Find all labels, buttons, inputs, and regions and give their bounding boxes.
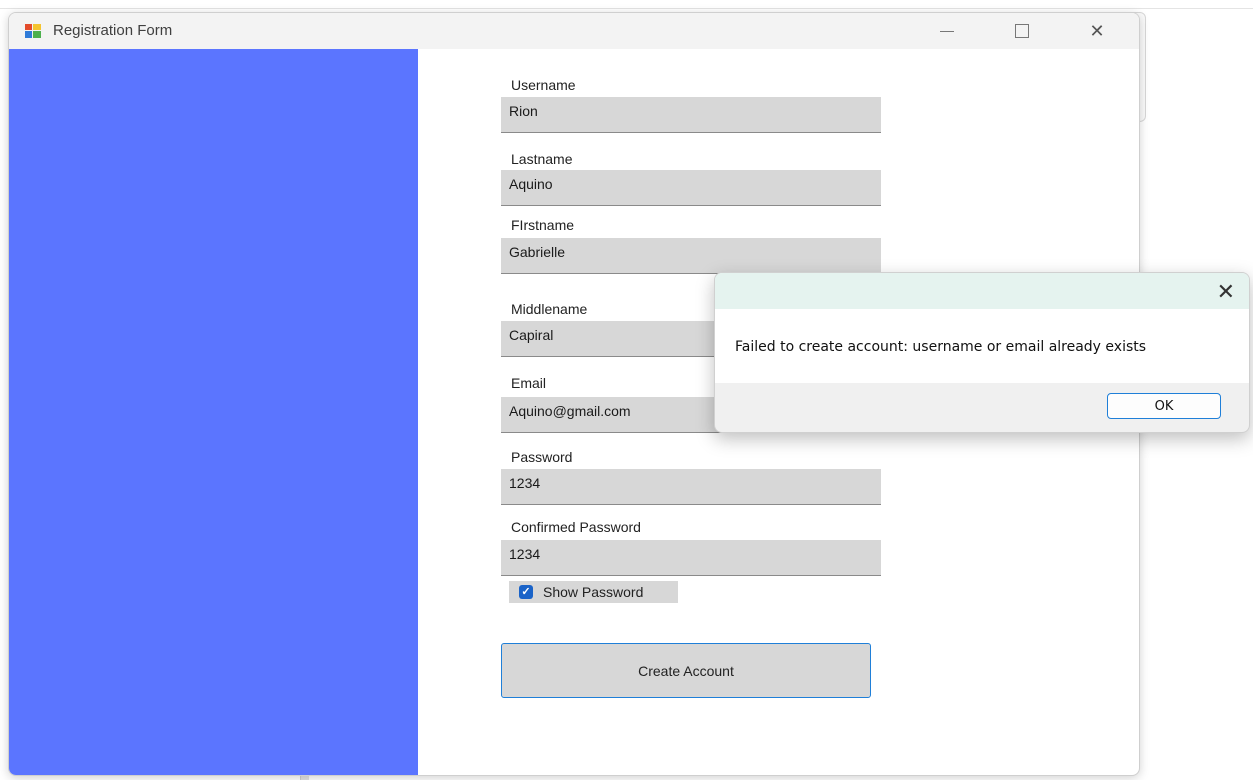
firstname-field[interactable]: Gabrielle [501,238,881,274]
minimize-icon [940,30,954,32]
password-value: 1234 [509,475,541,491]
password-label: Password [511,449,573,465]
show-password-label: Show Password [543,584,644,600]
email-value: Aquino@gmail.com [509,403,631,419]
sidebar-panel [9,49,418,775]
close-icon: ✕ [1089,20,1105,41]
lastname-label: Lastname [511,151,573,167]
app-icon [25,24,41,38]
password-field[interactable]: 1234 [501,469,881,505]
middlename-label: Middlename [511,301,588,317]
show-password-toggle[interactable]: ✓ Show Password [509,581,678,603]
confirm-password-field[interactable]: 1234 [501,540,881,576]
maximize-button[interactable] [999,13,1045,49]
close-button[interactable]: ✕ [1074,13,1120,49]
lastname-field[interactable]: Aquino [501,170,881,206]
username-field[interactable]: Rion [501,97,881,133]
dialog-body: Failed to create account: username or em… [715,309,1249,383]
username-value: Rion [509,103,538,119]
ok-button[interactable]: OK [1107,393,1221,419]
minimize-button[interactable] [924,13,970,49]
firstname-value: Gabrielle [509,244,566,260]
lastname-value: Aquino [509,176,553,192]
create-account-button[interactable]: Create Account [501,643,871,698]
confirm-password-value: 1234 [509,546,541,562]
username-label: Username [511,77,576,93]
error-dialog: ✕ Failed to create account: username or … [714,272,1250,433]
close-icon[interactable]: ✕ [1217,279,1235,305]
email-label: Email [511,375,547,391]
firstname-label: FIrstname [511,217,575,233]
error-message: Failed to create account: username or em… [735,339,1147,355]
title-bar[interactable]: Registration Form ✕ [9,13,1139,49]
dialog-title-bar[interactable]: ✕ [715,273,1249,309]
checkmark-icon[interactable]: ✓ [519,585,533,599]
background-divider [0,8,1253,9]
middlename-value: Capiral [509,327,554,343]
maximize-icon [1015,24,1029,38]
confirm-password-label: Confirmed Password [511,519,641,535]
window-title: Registration Form [53,22,173,39]
